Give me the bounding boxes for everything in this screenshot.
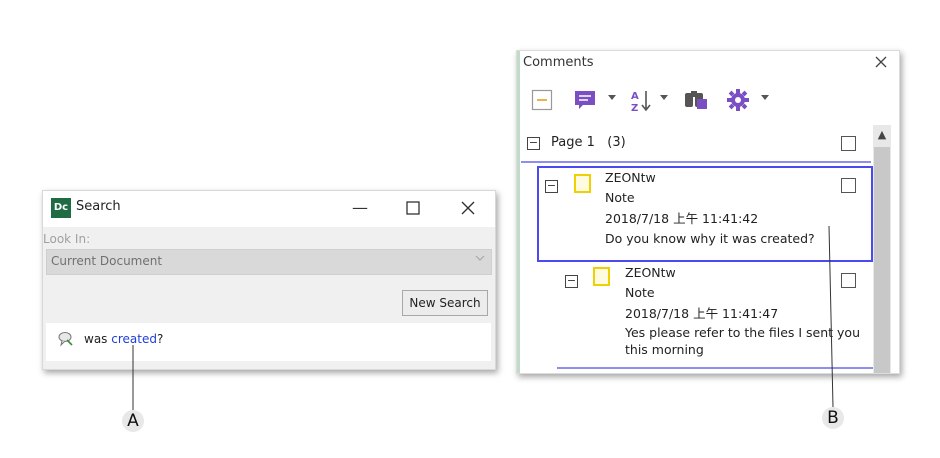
callout-a: A [122,410,144,432]
callout-b: B [822,407,844,429]
callout-lines [132,225,834,410]
